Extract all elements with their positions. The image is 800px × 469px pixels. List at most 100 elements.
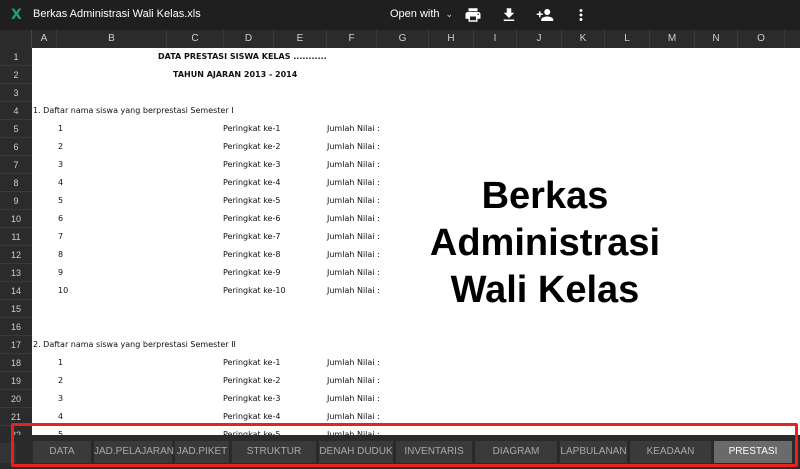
- sheet-tab-active[interactable]: PRESTASI SISWA: [714, 441, 792, 469]
- row-header[interactable]: 10: [0, 210, 32, 228]
- sheet-tab[interactable]: LAPBULANAN: [560, 441, 627, 463]
- row-header[interactable]: 14: [0, 282, 32, 300]
- column-header[interactable]: G: [377, 30, 429, 48]
- score-label[interactable]: Jumlah Nilai :: [327, 282, 380, 300]
- rank-label[interactable]: Peringkat ke-1: [223, 354, 280, 372]
- school-year-title[interactable]: TAHUN AJARAN 2013 - 2014: [173, 66, 297, 84]
- row-header[interactable]: 16: [0, 318, 32, 336]
- column-header[interactable]: F: [327, 30, 377, 48]
- column-header[interactable]: H: [429, 30, 474, 48]
- column-header[interactable]: J: [517, 30, 562, 48]
- rank-number[interactable]: 2: [58, 138, 63, 156]
- row-header[interactable]: 3: [0, 84, 32, 102]
- rank-label[interactable]: Peringkat ke-3: [223, 390, 280, 408]
- sheet-tab[interactable]: DATA SISWA: [33, 441, 91, 469]
- column-header[interactable]: N: [695, 30, 738, 48]
- spreadsheet-grid[interactable]: A B C D E F G H I J K L M N O 1 2 3 4 5 …: [0, 30, 800, 443]
- rank-label[interactable]: Peringkat ke-6: [223, 210, 280, 228]
- add-person-icon[interactable]: [536, 6, 554, 24]
- row-header[interactable]: 5: [0, 120, 32, 138]
- row-header[interactable]: 21: [0, 408, 32, 426]
- rank-label[interactable]: Peringkat ke-1: [223, 120, 280, 138]
- rank-number[interactable]: 3: [58, 156, 63, 174]
- rank-number[interactable]: 10: [58, 282, 68, 300]
- rank-number[interactable]: 1: [58, 120, 63, 138]
- column-header[interactable]: M: [650, 30, 695, 48]
- rank-label[interactable]: Peringkat ke-3: [223, 156, 280, 174]
- rank-label[interactable]: Peringkat ke-2: [223, 138, 280, 156]
- rank-label[interactable]: Peringkat ke-5: [223, 192, 280, 210]
- row-header[interactable]: 1: [0, 48, 32, 66]
- column-header[interactable]: L: [605, 30, 650, 48]
- more-vert-icon[interactable]: [572, 6, 590, 24]
- column-header[interactable]: D: [224, 30, 274, 48]
- rank-label[interactable]: Peringkat ke-2: [223, 372, 280, 390]
- sheet-tab[interactable]: JAD.PELAJARAN: [94, 441, 174, 463]
- row-header[interactable]: 18: [0, 354, 32, 372]
- row-header[interactable]: 6: [0, 138, 32, 156]
- score-label[interactable]: Jumlah Nilai :: [327, 138, 380, 156]
- score-label[interactable]: Jumlah Nilai :: [327, 390, 380, 408]
- rank-label[interactable]: Peringkat ke-10: [223, 282, 286, 300]
- rank-number[interactable]: 8: [58, 246, 63, 264]
- column-header[interactable]: O: [738, 30, 785, 48]
- score-label[interactable]: Jumlah Nilai :: [327, 192, 380, 210]
- row-header[interactable]: 19: [0, 372, 32, 390]
- rank-number[interactable]: 4: [58, 174, 63, 192]
- rank-label[interactable]: Peringkat ke-4: [223, 408, 280, 426]
- rank-number[interactable]: 1: [58, 354, 63, 372]
- rank-label[interactable]: Peringkat ke-7: [223, 228, 280, 246]
- sheet-tab[interactable]: INVENTARIS KLS: [396, 441, 472, 469]
- score-label[interactable]: Jumlah Nilai :: [327, 174, 380, 192]
- sheet-tab[interactable]: KEADAAN SISWA: [630, 441, 711, 469]
- column-header[interactable]: E: [274, 30, 327, 48]
- row-header[interactable]: 4: [0, 102, 32, 120]
- rank-number[interactable]: 5: [58, 192, 63, 210]
- rank-number[interactable]: 7: [58, 228, 63, 246]
- rank-label[interactable]: Peringkat ke-8: [223, 246, 280, 264]
- print-icon[interactable]: [464, 6, 482, 24]
- rank-number[interactable]: 6: [58, 210, 63, 228]
- row-header[interactable]: 17: [0, 336, 32, 354]
- column-header[interactable]: A: [32, 30, 57, 48]
- score-label[interactable]: Jumlah Nilai :: [327, 246, 380, 264]
- row-header[interactable]: 15: [0, 300, 32, 318]
- rank-number[interactable]: 9: [58, 264, 63, 282]
- row-header[interactable]: 20: [0, 390, 32, 408]
- section-heading[interactable]: 1. Daftar nama siswa yang berprestasi Se…: [33, 102, 234, 120]
- score-label[interactable]: Jumlah Nilai :: [327, 228, 380, 246]
- rank-number[interactable]: 3: [58, 390, 63, 408]
- row-header[interactable]: 7: [0, 156, 32, 174]
- column-header[interactable]: C: [167, 30, 224, 48]
- tab-scroll-left[interactable]: [0, 443, 16, 463]
- row-header[interactable]: 8: [0, 174, 32, 192]
- row-header[interactable]: 9: [0, 192, 32, 210]
- section-heading[interactable]: 2. Daftar nama siswa yang berprestasi Se…: [33, 336, 236, 354]
- row-header[interactable]: 12: [0, 246, 32, 264]
- rank-number[interactable]: 2: [58, 372, 63, 390]
- select-all-corner[interactable]: [0, 30, 32, 48]
- row-header[interactable]: 11: [0, 228, 32, 246]
- rank-label[interactable]: Peringkat ke-9: [223, 264, 280, 282]
- row-header[interactable]: 2: [0, 66, 32, 84]
- download-icon[interactable]: [500, 6, 518, 24]
- score-label[interactable]: Jumlah Nilai :: [327, 120, 380, 138]
- score-label[interactable]: Jumlah Nilai :: [327, 354, 380, 372]
- rank-label[interactable]: Peringkat ke-4: [223, 174, 280, 192]
- sheet-title[interactable]: DATA PRESTASI SISWA KELAS ...........: [158, 48, 327, 66]
- sheet-tab[interactable]: JAD.PIKET: [175, 441, 229, 463]
- sheet-tab[interactable]: DENAH DUDUK: [319, 441, 393, 463]
- column-header[interactable]: I: [474, 30, 517, 48]
- score-label[interactable]: Jumlah Nilai :: [327, 210, 380, 228]
- column-header[interactable]: B: [57, 30, 167, 48]
- rank-number[interactable]: 4: [58, 408, 63, 426]
- score-label[interactable]: Jumlah Nilai :: [327, 264, 380, 282]
- sheet-tab[interactable]: DIAGRAM ABSEN: [475, 441, 557, 469]
- row-header[interactable]: 13: [0, 264, 32, 282]
- open-with-button[interactable]: Open with ⌄: [390, 8, 453, 20]
- column-header[interactable]: K: [562, 30, 605, 48]
- score-label[interactable]: Jumlah Nilai :: [327, 408, 380, 426]
- score-label[interactable]: Jumlah Nilai :: [327, 372, 380, 390]
- score-label[interactable]: Jumlah Nilai :: [327, 156, 380, 174]
- sheet-tab[interactable]: STRUKTUR KELAS: [232, 441, 316, 469]
